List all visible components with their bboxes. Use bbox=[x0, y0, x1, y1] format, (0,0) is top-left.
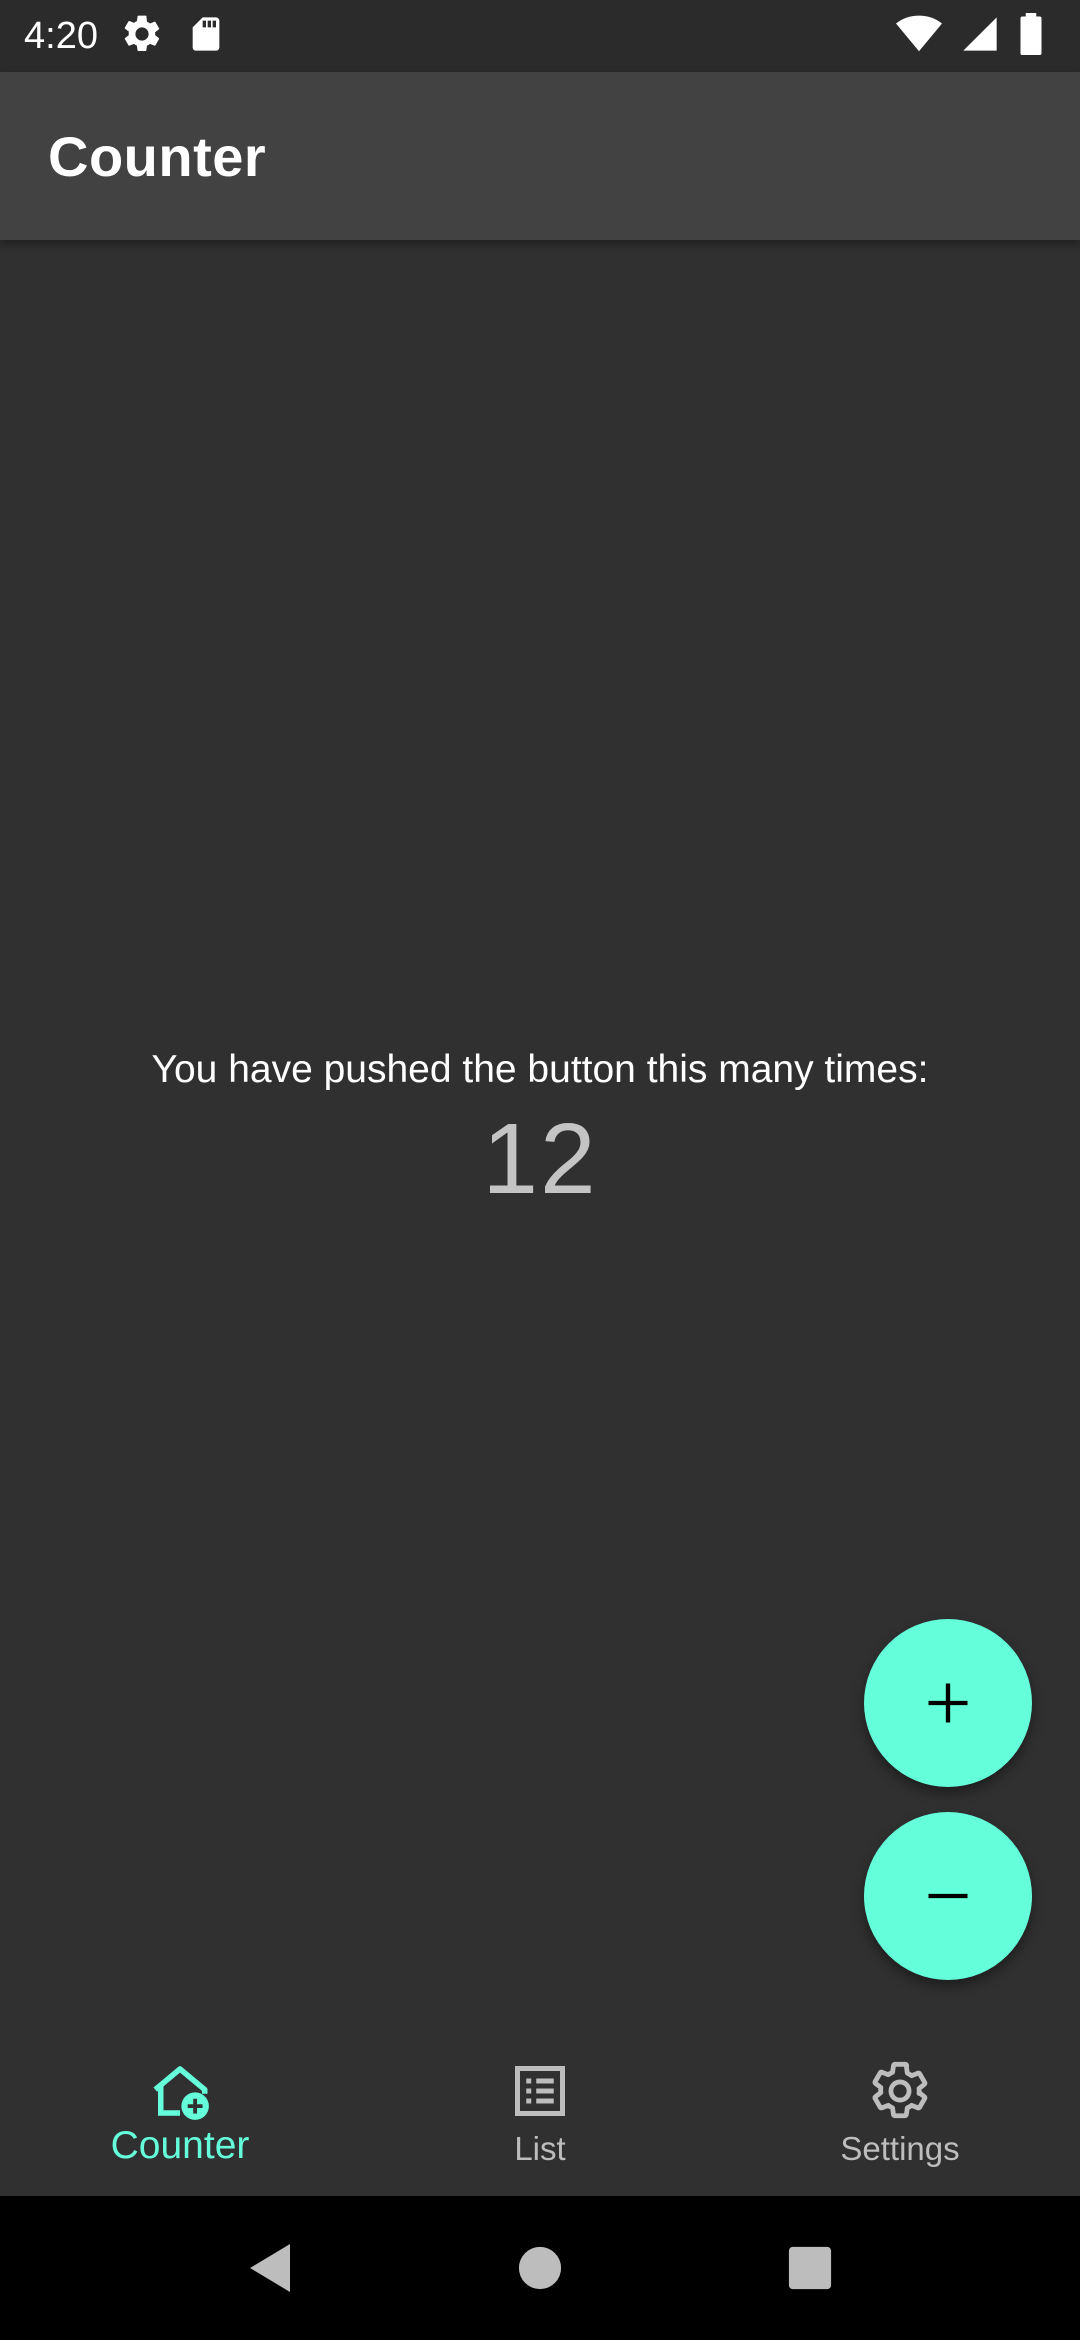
wifi-icon bbox=[896, 14, 942, 59]
status-bar-right bbox=[896, 12, 1056, 60]
counter-label: You have pushed the button this many tim… bbox=[151, 1048, 929, 1091]
bottom-navigation: Counter List Settings bbox=[0, 2040, 1080, 2196]
sd-card-icon bbox=[186, 14, 226, 59]
nav-label-list: List bbox=[514, 2130, 566, 2167]
system-navigation-bar bbox=[0, 2196, 1080, 2340]
back-icon bbox=[250, 2244, 290, 2292]
battery-icon bbox=[1018, 12, 1044, 60]
nav-item-settings[interactable]: Settings bbox=[720, 2040, 1080, 2196]
recents-icon bbox=[788, 2246, 832, 2290]
status-time: 4:20 bbox=[24, 14, 98, 57]
home-add-icon bbox=[147, 2058, 213, 2124]
app-bar: Counter bbox=[0, 72, 1080, 240]
minus-icon bbox=[928, 1893, 968, 1899]
status-bar: 4:20 bbox=[0, 0, 1080, 72]
plus-icon bbox=[928, 1683, 968, 1723]
cell-signal-icon bbox=[960, 14, 1000, 59]
page-title: Counter bbox=[48, 124, 267, 188]
system-home-button[interactable] bbox=[405, 2196, 675, 2340]
list-icon bbox=[507, 2058, 573, 2124]
nav-label-counter: Counter bbox=[110, 2124, 250, 2167]
nav-item-counter[interactable]: Counter bbox=[0, 2040, 360, 2196]
status-bar-left: 4:20 bbox=[24, 12, 226, 61]
decrement-button[interactable] bbox=[864, 1812, 1032, 1980]
settings-icon bbox=[867, 2058, 933, 2124]
settings-gear-icon bbox=[120, 12, 164, 61]
system-recents-button[interactable] bbox=[675, 2196, 945, 2340]
increment-button[interactable] bbox=[864, 1619, 1032, 1787]
home-icon bbox=[518, 2246, 562, 2290]
system-back-button[interactable] bbox=[135, 2196, 405, 2340]
nav-label-settings: Settings bbox=[840, 2130, 960, 2167]
counter-value: 12 bbox=[482, 1103, 598, 1215]
nav-item-list[interactable]: List bbox=[360, 2040, 720, 2196]
